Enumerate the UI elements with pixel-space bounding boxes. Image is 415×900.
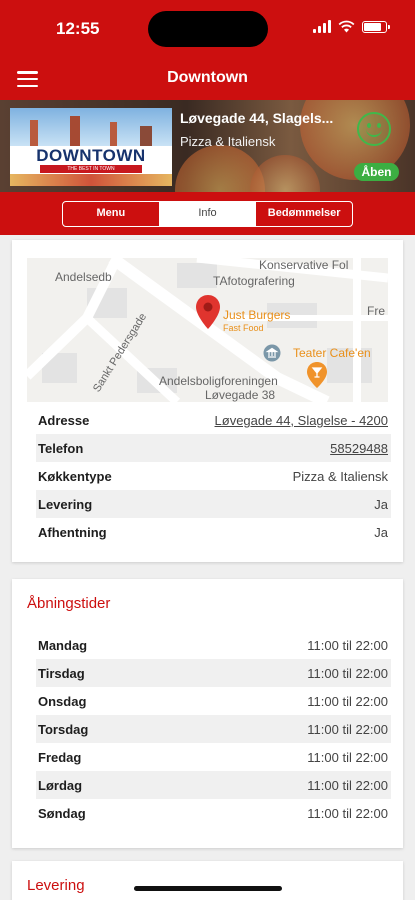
signal-icon [313, 20, 331, 33]
map-marker-name: Just Burgers [223, 308, 291, 322]
day-label: Tirsdag [38, 666, 85, 681]
hours-row: Søndag 11:00 til 22:00 [36, 799, 391, 827]
map-poi-label: Teater Cafe'en [293, 346, 371, 360]
nav-bar: Downtown [0, 58, 415, 100]
info-card: Konservative Fol Andelsedb TAfotograferi… [12, 240, 403, 562]
open-status-badge: Åben [354, 163, 399, 181]
tab-info[interactable]: Info [158, 202, 256, 226]
opening-hours-title: Åbningstider [27, 595, 111, 612]
museum-icon [263, 344, 281, 362]
info-row-pickup: Afhentning Ja [36, 518, 391, 546]
info-label: Køkkentype [38, 469, 112, 484]
wifi-icon [338, 20, 355, 33]
hours-row: Lørdag 11:00 til 22:00 [36, 771, 391, 799]
day-label: Fredag [38, 750, 82, 765]
info-row-cuisine: Køkkentype Pizza & Italiensk [36, 462, 391, 490]
restaurant-category: Pizza & Italiensk [180, 134, 276, 149]
page-title: Downtown [167, 69, 248, 86]
battery-icon [362, 20, 390, 33]
hours-row: Torsdag 11:00 til 22:00 [36, 715, 391, 743]
delivery-card: Levering [12, 861, 403, 900]
hours-value: 11:00 til 22:00 [307, 806, 388, 821]
segmented-control: Menu Info Bedømmelser [62, 201, 353, 227]
map-street-label: Konservative Fol [259, 258, 349, 272]
hours-value: 11:00 til 22:00 [307, 638, 388, 653]
hours-value: 11:00 til 22:00 [307, 666, 388, 681]
info-row-address: Adresse Løvegade 44, Slagelse - 4200 [36, 406, 391, 434]
phone-link[interactable]: 58529488 [330, 441, 388, 456]
day-label: Mandag [38, 638, 88, 653]
map-marker-category: Fast Food [223, 323, 264, 333]
hours-value: 11:00 til 22:00 [307, 778, 388, 793]
home-indicator[interactable] [134, 886, 282, 891]
status-bar: 12:55 [0, 0, 415, 58]
smiley-icon [357, 112, 391, 146]
info-label: Adresse [38, 413, 90, 428]
info-value: Ja [374, 497, 388, 512]
logo-tagline: THE BEST IN TOWN [40, 165, 142, 173]
delivery-title: Levering [27, 877, 85, 894]
info-row-phone: Telefon 58529488 [36, 434, 391, 462]
logo-name: DOWNTOWN [36, 146, 146, 165]
hours-row: Fredag 11:00 til 22:00 [36, 743, 391, 771]
info-row-delivery: Levering Ja [36, 490, 391, 518]
address-link[interactable]: Løvegade 44, Slagelse - 4200 [215, 413, 388, 428]
hours-row: Onsdag 11:00 til 22:00 [36, 687, 391, 715]
hours-row: Mandag 11:00 til 22:00 [36, 631, 391, 659]
tab-reviews[interactable]: Bedømmelser [255, 202, 352, 226]
info-label: Levering [38, 497, 93, 512]
day-label: Søndag [38, 806, 86, 821]
cafe-icon [307, 362, 327, 388]
day-label: Onsdag [38, 694, 87, 709]
tab-menu[interactable]: Menu [63, 202, 159, 226]
info-value: Pizza & Italiensk [292, 469, 388, 484]
hours-value: 11:00 til 22:00 [307, 750, 388, 765]
info-value: Ja [374, 525, 388, 540]
status-icons [313, 20, 390, 33]
day-label: Lørdag [38, 778, 83, 793]
pizza-image [250, 155, 320, 192]
hours-value: 11:00 til 22:00 [307, 694, 388, 709]
map-street-label: Andelsedb [55, 270, 112, 284]
info-table: Adresse Løvegade 44, Slagelse - 4200 Tel… [36, 406, 391, 546]
hours-row: Tirsdag 11:00 til 22:00 [36, 659, 391, 687]
map-street-label: Løvegade 38 [205, 388, 276, 402]
status-time: 12:55 [56, 19, 100, 38]
info-label: Afhentning [38, 525, 107, 540]
dynamic-island [148, 11, 268, 47]
opening-hours-card: Åbningstider Mandag 11:00 til 22:00 Tirs… [12, 579, 403, 848]
day-label: Torsdag [38, 722, 89, 737]
hours-value: 11:00 til 22:00 [307, 722, 388, 737]
map-street-label: Fre [367, 304, 385, 318]
map-street-label: TAfotografering [213, 274, 295, 288]
opening-hours-table: Mandag 11:00 til 22:00 Tirsdag 11:00 til… [36, 631, 391, 827]
map-street-label: Andelsboligforeningen [159, 374, 278, 388]
tabs-bar: Menu Info Bedømmelser [0, 192, 415, 235]
restaurant-address: Løvegade 44, Slagels... [180, 110, 334, 126]
location-pin-icon [196, 295, 220, 329]
location-map[interactable]: Konservative Fol Andelsedb TAfotograferi… [27, 258, 388, 402]
restaurant-logo: DOWNTOWN THE BEST IN TOWN [10, 108, 172, 186]
info-label: Telefon [38, 441, 84, 456]
